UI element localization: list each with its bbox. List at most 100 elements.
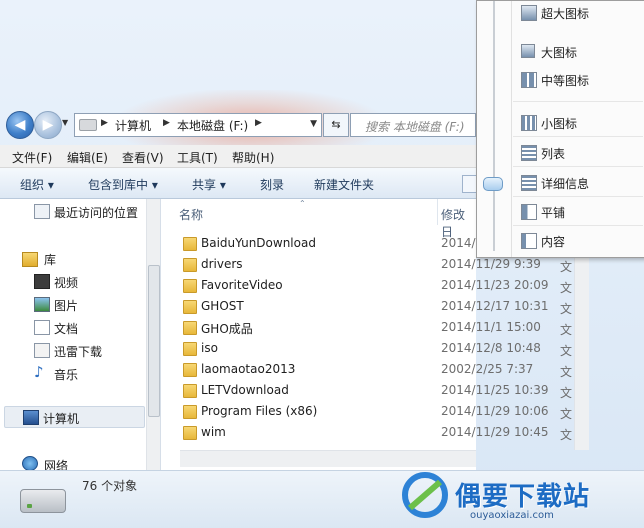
small-icons-icon bbox=[521, 115, 537, 131]
forward-button[interactable]: ▶ bbox=[34, 111, 62, 139]
file-row[interactable]: Program Files (x86) 2014/11/29 10:06 bbox=[161, 401, 549, 422]
file-list: 名称 ⌃ 修改日 BaiduYunDownload 2014/ drivers … bbox=[161, 199, 549, 470]
hard-drive-icon bbox=[20, 489, 66, 513]
nav-item-thunder-download[interactable]: 迅雷下载 bbox=[54, 343, 102, 360]
menu-edit[interactable]: 编辑(E) bbox=[67, 149, 108, 166]
view-size-slider-thumb[interactable] bbox=[483, 177, 503, 191]
nav-item-recent[interactable]: 最近访问的位置 bbox=[54, 204, 138, 221]
file-list-horizontal-scrollbar[interactable] bbox=[180, 450, 476, 467]
documents-icon bbox=[34, 320, 50, 335]
nav-item-library[interactable]: 库 bbox=[44, 251, 56, 268]
breadcrumb-separator-icon[interactable]: ▶ bbox=[255, 118, 262, 128]
view-option-small-icons[interactable]: 小图标 bbox=[521, 112, 641, 132]
file-date: 2014/11/25 10:39 bbox=[441, 383, 549, 397]
tiles-view-icon bbox=[521, 204, 537, 220]
folder-icon bbox=[183, 258, 197, 272]
menu-separator bbox=[513, 136, 643, 137]
include-in-library-label: 包含到库中 bbox=[88, 178, 149, 192]
search-input[interactable]: 搜索 本地磁盘 (F:) bbox=[350, 113, 476, 137]
menu-view[interactable]: 查看(V) bbox=[122, 149, 164, 166]
menu-separator bbox=[513, 166, 643, 167]
new-folder-button[interactable]: 新建文件夹 bbox=[314, 176, 374, 193]
nav-item-documents[interactable]: 文档 bbox=[54, 320, 78, 337]
file-name: wim bbox=[201, 425, 226, 439]
breadcrumb-separator-icon[interactable]: ▶ bbox=[101, 118, 108, 128]
view-option-label: 详细信息 bbox=[541, 177, 590, 191]
file-row[interactable]: drivers 2014/11/29 9:39 bbox=[161, 254, 541, 275]
file-row[interactable]: iso 2014/12/8 10:48 bbox=[161, 338, 541, 359]
nav-item-pictures[interactable]: 图片 bbox=[54, 297, 78, 314]
file-date: 2002/2/25 7:37 bbox=[441, 362, 534, 376]
file-name: GHO成品 bbox=[201, 322, 253, 336]
file-type: 文 bbox=[560, 281, 573, 295]
view-option-list[interactable]: 列表 bbox=[521, 142, 641, 162]
file-list-scrollbar[interactable] bbox=[574, 256, 589, 450]
nav-item-computer[interactable]: 计算机 bbox=[4, 406, 145, 428]
view-size-slider[interactable] bbox=[485, 1, 503, 251]
item-count: 76 个对象 bbox=[82, 479, 138, 493]
view-option-details[interactable]: 详细信息 bbox=[521, 172, 641, 192]
menu-help[interactable]: 帮助(H) bbox=[232, 149, 274, 166]
view-option-label: 超大图标 bbox=[541, 7, 590, 21]
file-type: 文 bbox=[560, 365, 573, 379]
share-label: 共享 bbox=[192, 178, 217, 192]
folder-icon bbox=[183, 384, 197, 398]
list-view-icon bbox=[521, 145, 537, 161]
address-bar[interactable]: ▶ 计算机 ▶ 本地磁盘 (F:) ▶ ▼ bbox=[74, 113, 322, 137]
folder-icon bbox=[183, 363, 197, 377]
column-header-name[interactable]: 名称 bbox=[179, 206, 203, 223]
file-row[interactable]: FavoriteVideo 2014/11/23 20:09 bbox=[161, 275, 549, 296]
breadcrumb-local-disk[interactable]: 本地磁盘 (F:) bbox=[177, 117, 248, 134]
view-option-label: 平铺 bbox=[541, 206, 566, 220]
navigation-pane-scroll-thumb[interactable] bbox=[148, 265, 160, 417]
view-option-medium-icons[interactable]: 中等图标 bbox=[521, 69, 641, 89]
medium-icons-icon bbox=[521, 72, 537, 88]
file-row[interactable]: LETVdownload 2014/11/25 10:39 bbox=[161, 380, 549, 401]
back-arrow-icon: ◀ bbox=[14, 117, 26, 133]
menu-tools[interactable]: 工具(T) bbox=[177, 149, 218, 166]
nav-item-video[interactable]: 视频 bbox=[54, 274, 78, 291]
file-name: GHOST bbox=[201, 299, 244, 313]
folder-icon bbox=[183, 426, 197, 440]
nav-item-music[interactable]: 音乐 bbox=[54, 366, 78, 383]
recent-pages-dropdown-icon[interactable]: ▼ bbox=[62, 118, 68, 127]
view-option-content[interactable]: 内容 bbox=[521, 230, 641, 250]
file-row[interactable]: GHO成品 2014/11/1 15:00 bbox=[161, 317, 541, 338]
file-row[interactable]: GHOST 2014/12/17 10:31 bbox=[161, 296, 549, 317]
music-note-icon: ♪ bbox=[34, 363, 44, 381]
navigation-pane-scrollbar[interactable] bbox=[146, 199, 160, 470]
command-toolbar: 组织 ▾ 包含到库中 ▾ 共享 ▾ 刻录 新建文件夹 bbox=[0, 168, 478, 199]
address-history-dropdown-icon[interactable]: ▼ bbox=[310, 119, 317, 129]
search-placeholder: 搜索 本地磁盘 (F:) bbox=[365, 120, 465, 134]
file-row[interactable]: BaiduYunDownload 2014/ bbox=[161, 233, 476, 254]
view-option-extra-large-icons[interactable]: 超大图标 bbox=[521, 2, 641, 22]
breadcrumb-separator-icon[interactable]: ▶ bbox=[163, 118, 170, 128]
share-button[interactable]: 共享 ▾ bbox=[192, 176, 226, 193]
breadcrumb-computer[interactable]: 计算机 bbox=[115, 117, 151, 134]
recent-places-icon bbox=[34, 204, 50, 219]
menu-separator bbox=[513, 101, 643, 102]
burn-button[interactable]: 刻录 bbox=[260, 176, 284, 193]
menu-divider bbox=[511, 1, 512, 257]
back-button[interactable]: ◀ bbox=[6, 111, 34, 139]
file-row[interactable]: wim 2014/11/29 10:45 bbox=[161, 422, 549, 443]
view-option-tiles[interactable]: 平铺 bbox=[521, 201, 641, 221]
forward-arrow-icon: ▶ bbox=[42, 117, 54, 133]
folder-icon bbox=[183, 279, 197, 293]
organize-label: 组织 bbox=[20, 178, 45, 192]
nav-item-computer-label: 计算机 bbox=[43, 412, 80, 426]
extra-large-icons-icon bbox=[521, 5, 537, 21]
view-option-large-icons[interactable]: 大图标 bbox=[521, 41, 641, 61]
column-divider[interactable] bbox=[437, 199, 438, 225]
organize-button[interactable]: 组织 ▾ bbox=[20, 176, 54, 193]
include-in-library-button[interactable]: 包含到库中 ▾ bbox=[88, 176, 158, 193]
file-date: 2014/ bbox=[441, 236, 476, 250]
file-row[interactable]: laomaotao2013 2002/2/25 7:37 bbox=[161, 359, 533, 380]
refresh-button[interactable]: ⇆ bbox=[323, 113, 349, 137]
folder-icon bbox=[183, 300, 197, 314]
menu-file[interactable]: 文件(F) bbox=[12, 149, 52, 166]
file-type: 文 bbox=[560, 386, 573, 400]
file-date: 2014/11/1 15:00 bbox=[441, 320, 541, 334]
content-view-icon bbox=[521, 233, 537, 249]
file-name: laomaotao2013 bbox=[201, 362, 296, 376]
